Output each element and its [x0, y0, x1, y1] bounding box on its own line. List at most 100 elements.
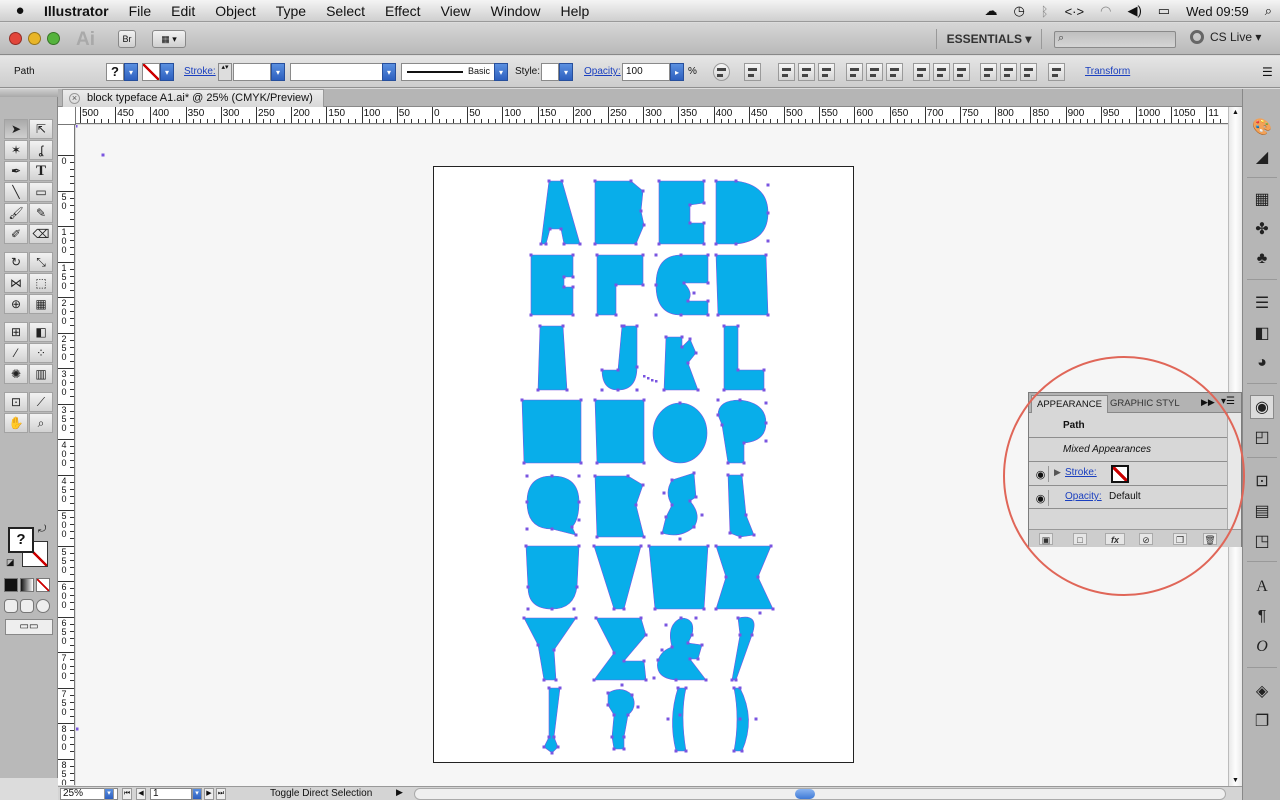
anchor-point[interactable] [674, 749, 678, 753]
free-transform-tool-icon[interactable]: ⬚ [29, 273, 53, 293]
stroke-weight-input[interactable] [233, 63, 271, 81]
anchor-point[interactable] [762, 368, 766, 372]
menu-file[interactable]: File [119, 3, 162, 19]
anchor-point[interactable] [660, 648, 664, 652]
appearance-stroke-row[interactable]: ◉ ▶ Stroke: [1029, 462, 1227, 486]
anchor-point[interactable] [595, 535, 599, 539]
anchor-point[interactable] [706, 253, 710, 257]
anchor-point[interactable] [622, 735, 626, 739]
magic-wand-tool-icon[interactable]: ✶ [4, 140, 28, 160]
anchor-point[interactable] [622, 747, 626, 751]
anchor-point[interactable] [550, 607, 554, 611]
anchor-point[interactable] [550, 474, 554, 478]
anchor-point[interactable] [742, 441, 746, 445]
anchor-point[interactable] [550, 527, 554, 531]
tab-graphic-styles[interactable]: GRAPHIC STYL [1105, 395, 1185, 413]
glyph-exclamation[interactable] [731, 616, 755, 681]
anchor-point[interactable] [571, 313, 575, 317]
align-horizontal-center-icon[interactable] [798, 63, 815, 81]
anchor-point[interactable] [562, 275, 566, 279]
gradient-tool-icon[interactable]: ◧ [29, 322, 53, 342]
anchor-point[interactable] [600, 368, 604, 372]
anchor-point[interactable] [678, 537, 682, 541]
anchor-point[interactable] [101, 153, 105, 157]
status-menu-icon[interactable]: ▶ [396, 787, 403, 798]
stroke-weight-dropdown-icon[interactable]: ▾ [271, 63, 285, 81]
anchor-point[interactable] [76, 727, 79, 731]
appearance-scrollbar[interactable] [1227, 413, 1241, 529]
anchor-point[interactable] [769, 544, 773, 548]
graphic-style-dropdown-icon[interactable]: ▾ [559, 63, 573, 81]
anchor-point[interactable] [522, 461, 526, 465]
anchor-point[interactable] [766, 211, 770, 215]
add-new-stroke-icon[interactable]: □ [1073, 533, 1087, 545]
isolate-group-icon[interactable] [1048, 63, 1065, 81]
anchor-point[interactable] [630, 693, 634, 697]
anchor-point[interactable] [647, 544, 651, 548]
anchor-point[interactable] [696, 388, 700, 392]
glyph-S[interactable] [661, 472, 698, 536]
anchor-point[interactable] [654, 253, 658, 257]
align-right-icon[interactable] [818, 63, 835, 81]
anchor-point[interactable] [654, 283, 658, 287]
cloud-icon[interactable]: ☁ [976, 3, 1005, 19]
align-bottom-icon[interactable] [886, 63, 903, 81]
anchor-point[interactable] [678, 713, 682, 717]
anchor-point[interactable] [635, 324, 639, 328]
anchor-point[interactable] [680, 335, 684, 339]
anchor-point[interactable] [738, 535, 742, 539]
anchor-point[interactable] [692, 471, 696, 475]
anchor-point[interactable] [706, 281, 710, 285]
paintbrush-tool-icon[interactable]: 🖌 [4, 203, 28, 223]
default-fill-stroke-icon[interactable]: ◪ [6, 557, 15, 568]
glyph-slash[interactable] [543, 687, 561, 754]
anchor-point[interactable] [529, 313, 533, 317]
menu-select[interactable]: Select [316, 3, 375, 19]
show-thumbnail-icon[interactable]: ▣ [1039, 533, 1053, 545]
anchor-point[interactable] [758, 611, 762, 615]
anchor-point[interactable] [641, 483, 645, 487]
anchor-point[interactable] [722, 324, 726, 328]
anchor-point[interactable] [716, 313, 720, 317]
anchor-point[interactable] [574, 616, 578, 620]
last-artboard-icon[interactable]: ⏭ [216, 788, 226, 800]
paragraph-panel-icon[interactable]: ¶ [1250, 605, 1274, 629]
anchor-point[interactable] [670, 503, 674, 507]
artboard-dropdown-icon[interactable]: ▾ [192, 788, 202, 800]
pen-tool-icon[interactable]: ✒ [4, 161, 28, 181]
fill-color-box[interactable]: ? [8, 527, 34, 553]
anchor-point[interactable] [738, 686, 742, 690]
anchor-point[interactable] [666, 717, 670, 721]
glyph-T[interactable] [727, 474, 755, 538]
anchor-point[interactable] [732, 686, 736, 690]
glyph-ampersand[interactable] [657, 617, 707, 681]
anchor-point[interactable] [620, 324, 624, 328]
anchor-point[interactable] [577, 474, 581, 478]
tools-panel-grip[interactable] [0, 89, 58, 97]
scroll-up-icon[interactable]: ▲ [1232, 109, 1239, 116]
anchor-point[interactable] [612, 747, 616, 751]
search-input[interactable]: ⌕ [1054, 31, 1176, 48]
glyph-W[interactable] [648, 545, 709, 610]
first-artboard-icon[interactable]: ⏮ [122, 788, 132, 800]
anchor-point[interactable] [771, 607, 775, 611]
anchor-point[interactable] [664, 623, 668, 627]
glyph-N[interactable] [594, 399, 645, 464]
anchor-point[interactable] [547, 179, 551, 183]
anchor-point[interactable] [730, 678, 734, 682]
glyph-P[interactable] [717, 399, 767, 464]
anchor-point[interactable] [552, 735, 556, 739]
anchor-point[interactable] [642, 535, 646, 539]
anchor-point[interactable] [694, 495, 698, 499]
anchor-point[interactable] [714, 179, 718, 183]
anchor-point[interactable] [762, 388, 766, 392]
anchor-point[interactable] [706, 313, 710, 317]
glyph-K[interactable] [663, 336, 699, 391]
anchor-point[interactable] [575, 585, 579, 589]
glyph-A[interactable] [540, 180, 581, 245]
anchor-point[interactable] [612, 651, 616, 655]
anchor-point[interactable] [744, 513, 748, 517]
gradient-mode-icon[interactable] [20, 578, 34, 592]
minimize-window-button[interactable] [28, 32, 41, 45]
duplicate-item-icon[interactable]: ❐ [1173, 533, 1187, 545]
